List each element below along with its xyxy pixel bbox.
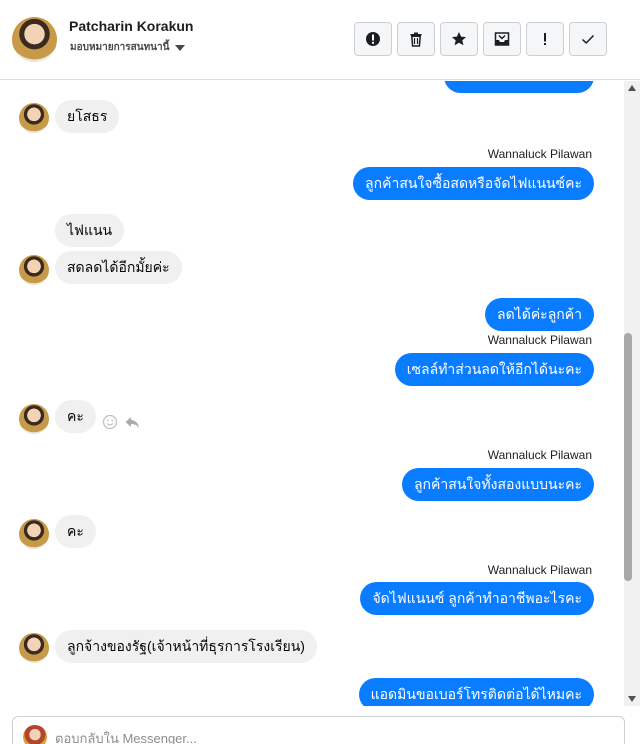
scrollbar-thumb[interactable]	[624, 333, 632, 581]
message-thread: ยโสธร Wannaluck Pilawan ลูกค้าสนใจซื้อสด…	[0, 81, 624, 706]
message-bubble-outgoing[interactable]: ลูกค้าสนใจซื้อสดหรือจัดไฟแนนซ์คะ	[353, 167, 594, 200]
thread-scrollbar[interactable]	[624, 81, 640, 706]
scroll-down-icon[interactable]	[628, 696, 636, 702]
avatar	[19, 519, 49, 549]
reply-icon[interactable]	[124, 414, 140, 430]
mark-done-button[interactable]	[569, 22, 607, 56]
archive-icon	[494, 32, 510, 46]
message-bubble-incoming[interactable]: ไฟแนน	[55, 214, 125, 247]
message-bubble-outgoing[interactable]: ลดได้ค่ะลูกค้า	[485, 298, 594, 331]
report-icon	[366, 32, 380, 46]
emoji-icon[interactable]	[102, 414, 118, 430]
caret-down-icon	[175, 45, 186, 51]
trash-icon	[410, 32, 422, 47]
sender-name: Wannaluck Pilawan	[487, 448, 592, 462]
report-button[interactable]	[354, 22, 392, 56]
message-bubble-incoming[interactable]: สดลดได้อีกมั้ยค่ะ	[55, 251, 182, 284]
page-avatar	[23, 725, 47, 744]
mark-important-button[interactable]	[526, 22, 564, 56]
message-actions	[102, 414, 140, 430]
reply-composer	[12, 716, 625, 744]
check-icon	[581, 34, 595, 45]
exclamation-icon	[544, 33, 546, 45]
assign-label: มอบหมายการสนทนานี้	[70, 42, 170, 53]
message-bubble-outgoing[interactable]: แอดมินขอเบอร์โทรติดต่อได้ไหมคะ	[358, 678, 594, 706]
message-bubble-incoming[interactable]: ลูกจ้างของรัฐ(เจ้าหน้าที่ธุรการโรงเรียน)	[55, 630, 317, 663]
contact-avatar[interactable]	[12, 17, 57, 62]
delete-button[interactable]	[397, 22, 435, 56]
star-icon	[452, 32, 466, 46]
avatar	[19, 404, 49, 434]
avatar	[19, 103, 49, 133]
message-bubble-outgoing[interactable]: ลูกค้าสนใจทั้งสองแบบนะคะ	[401, 468, 594, 501]
message-bubble-incoming[interactable]: คะ	[55, 400, 96, 433]
message-bubble-outgoing[interactable]	[444, 81, 594, 93]
message-bubble-incoming[interactable]: ยโสธร	[55, 100, 120, 133]
conversation-header: Patcharin Korakun มอบหมายการสนทนานี้	[0, 0, 640, 80]
star-button[interactable]	[440, 22, 478, 56]
reply-input[interactable]	[55, 731, 595, 744]
sender-name: Wannaluck Pilawan	[487, 147, 592, 161]
message-bubble-incoming[interactable]: คะ	[55, 515, 96, 548]
avatar	[19, 255, 49, 285]
archive-button[interactable]	[483, 22, 521, 56]
sender-name: Wannaluck Pilawan	[487, 333, 592, 347]
message-bubble-outgoing[interactable]: เซลล์ทำส่วนลดให้อีกได้นะคะ	[394, 353, 594, 386]
contact-name[interactable]: Patcharin Korakun	[69, 18, 193, 34]
conversation-toolbar	[354, 22, 607, 56]
scroll-up-icon[interactable]	[628, 85, 636, 91]
assign-conversation-dropdown[interactable]: มอบหมายการสนทนานี้	[70, 40, 186, 55]
sender-name: Wannaluck Pilawan	[487, 563, 592, 577]
avatar	[19, 633, 49, 663]
message-bubble-outgoing[interactable]: จัดไฟแนนซ์ ลูกค้าทำอาชีพอะไรคะ	[360, 582, 594, 615]
